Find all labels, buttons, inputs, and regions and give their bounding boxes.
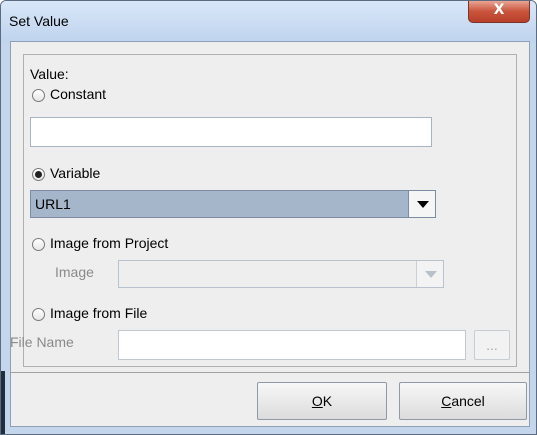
window-frame-left: [1, 41, 10, 434]
dialog-content: Value: Constant Variable URL1 Image from…: [10, 41, 530, 427]
frame-shadow: [1, 371, 5, 434]
button-bar-separator: [11, 372, 529, 373]
variable-dropdown[interactable]: URL1: [30, 190, 436, 218]
cancel-mnemonic: C: [441, 393, 452, 409]
image-dropdown-button[interactable]: [416, 261, 443, 287]
close-button[interactable]: X: [468, 1, 530, 23]
title-bar[interactable]: Set Value X: [1, 1, 536, 41]
image-from-file-radio[interactable]: [32, 308, 45, 321]
image-from-project-radio[interactable]: [32, 238, 45, 251]
chevron-down-icon: [417, 201, 429, 208]
ok-mnemonic: O: [311, 393, 323, 409]
radio-selected-dot: [35, 171, 42, 178]
file-name-label: File Name: [10, 334, 74, 350]
file-name-input[interactable]: [118, 330, 466, 360]
value-label: Value:: [30, 66, 69, 82]
cancel-button[interactable]: Cancel: [399, 382, 527, 420]
value-panel: Value: Constant Variable URL1 Image from…: [10, 54, 517, 367]
variable-label[interactable]: Variable: [50, 165, 100, 181]
image-field-label: Image: [55, 264, 94, 280]
variable-dropdown-button[interactable]: [408, 191, 435, 217]
cancel-label: ancel: [451, 393, 485, 409]
set-value-dialog: Set Value X Value: Constant Variable URL…: [0, 0, 537, 435]
window-title: Set Value: [9, 13, 69, 29]
image-from-file-label[interactable]: Image from File: [50, 305, 147, 321]
close-icon: X: [493, 2, 505, 18]
image-dropdown[interactable]: [118, 260, 444, 288]
browse-button[interactable]: ...: [474, 330, 510, 360]
constant-input[interactable]: [30, 117, 432, 147]
chevron-down-icon: [425, 271, 437, 278]
constant-label[interactable]: Constant: [50, 86, 106, 102]
ok-label: K: [322, 393, 333, 409]
ok-button[interactable]: OK: [257, 382, 387, 420]
variable-dropdown-value: URL1: [35, 196, 71, 212]
variable-radio[interactable]: [32, 168, 45, 181]
constant-radio[interactable]: [32, 89, 45, 102]
image-from-project-label[interactable]: Image from Project: [50, 235, 168, 251]
